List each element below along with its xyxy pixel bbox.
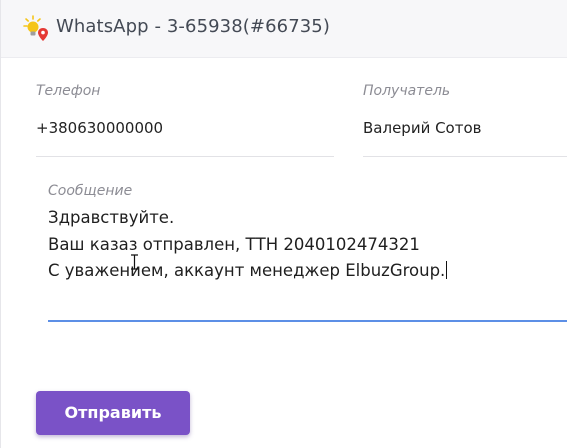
message-line: С уважением, аккаунт менеджер ElbuzGroup… xyxy=(48,258,567,285)
message-textarea[interactable]: Здравствуйте. Ваш казаз отправлен, ТТН 2… xyxy=(48,205,567,305)
message-label: Сообщение xyxy=(48,183,133,199)
dialog-title: WhatsApp - 3-65938(#66735) xyxy=(56,16,330,37)
text-caret xyxy=(446,261,448,279)
lightbulb-location-icon xyxy=(23,15,48,41)
phone-field[interactable]: +380630000000 xyxy=(36,119,163,137)
dialog-header: WhatsApp - 3-65938(#66735) xyxy=(1,0,567,58)
message-focus-underline xyxy=(48,320,567,322)
recipient-underline xyxy=(363,156,567,157)
phone-label: Телефон xyxy=(36,83,101,99)
recipient-field[interactable]: Валерий Сотов xyxy=(363,119,482,137)
send-button[interactable]: Отправить xyxy=(36,391,190,435)
ibeam-cursor-icon xyxy=(131,254,138,270)
message-line: Здравствуйте. xyxy=(48,208,175,227)
message-line-text: С уважением, аккаунт менеджер ElbuzGroup… xyxy=(48,261,446,280)
whatsapp-dialog: WhatsApp - 3-65938(#66735) Телефон +3806… xyxy=(0,0,567,448)
message-line: Ваш казаз отправлен, ТТН 2040102474321 xyxy=(48,234,420,254)
recipient-label: Получатель xyxy=(363,83,451,99)
phone-underline xyxy=(36,156,334,157)
